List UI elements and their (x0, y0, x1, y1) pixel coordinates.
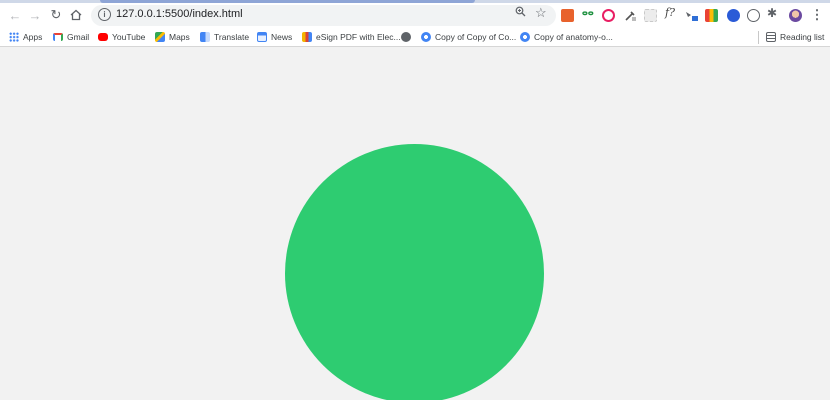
bookmark-copy-of-copy[interactable]: Copy of Copy of Co... (421, 30, 516, 44)
extensions-puzzle-icon[interactable]: ✱ (767, 6, 780, 20)
youtube-icon (98, 33, 108, 41)
extension-bookmark-icon[interactable]: ⴰⴰ (582, 7, 595, 20)
esign-icon (302, 32, 312, 42)
reading-list-button[interactable]: Reading list (766, 30, 824, 44)
extension-formula-icon[interactable]: f? (665, 6, 675, 19)
globe-icon (401, 32, 411, 42)
home-icon (70, 9, 82, 21)
green-circle (285, 144, 544, 400)
bookmark-maps[interactable]: Maps (155, 30, 190, 44)
bookmarks-separator (758, 31, 759, 44)
chrome-icon (421, 32, 431, 42)
arrow-right-icon: → (28, 7, 42, 23)
bookmark-esign[interactable]: eSign PDF with Elec... (302, 30, 401, 44)
maps-icon (155, 32, 165, 42)
extension-profile-sync-icon[interactable] (727, 9, 740, 22)
bookmark-copy-of-anatomy[interactable]: Copy of anatomy-o... (520, 30, 613, 44)
bookmark-youtube[interactable]: YouTube (98, 30, 145, 44)
bookmark-gmail[interactable]: Gmail (53, 30, 89, 44)
profile-avatar[interactable] (789, 9, 802, 22)
arrow-left-icon: ← (8, 7, 22, 23)
reading-list-icon (766, 32, 776, 42)
bookmark-globe[interactable] (401, 30, 415, 44)
gmail-icon (53, 33, 63, 41)
home-button[interactable] (67, 6, 85, 24)
reload-icon: ↻ (50, 7, 62, 22)
bookmark-apps[interactable]: Apps (9, 30, 42, 44)
zoom-icon[interactable] (515, 6, 526, 20)
reload-button[interactable]: ↻ (47, 6, 65, 24)
address-bar[interactable]: i 127.0.0.1:5500/index.html ☆ (91, 5, 556, 26)
browser-toolbar: ← → ↻ i 127.0.0.1:5500/index.html ☆ ⴰⴰ f… (0, 3, 830, 28)
apps-grid-icon (9, 32, 19, 42)
bookmark-star-icon[interactable]: ☆ (535, 5, 547, 21)
extension-screen-icon[interactable] (685, 9, 698, 22)
chrome-icon (520, 32, 530, 42)
back-button[interactable]: ← (6, 6, 24, 24)
extension-clock-icon[interactable] (747, 9, 760, 22)
news-icon (257, 32, 267, 42)
menu-kebab-icon[interactable]: ⋮ (808, 6, 826, 24)
bookmarks-bar: Apps Gmail YouTube Maps Translate News e… (0, 28, 830, 47)
browser-chrome: ← → ↻ i 127.0.0.1:5500/index.html ☆ ⴰⴰ f… (0, 0, 830, 47)
translate-icon (200, 32, 210, 42)
extension-colorful-icon[interactable] (705, 9, 718, 22)
url-text[interactable]: 127.0.0.1:5500/index.html (116, 8, 243, 20)
extension-percent-icon[interactable] (561, 9, 574, 22)
extension-capture-icon[interactable] (644, 9, 657, 22)
extension-record-icon[interactable] (602, 9, 615, 22)
forward-button[interactable]: → (26, 6, 44, 24)
bookmark-translate[interactable]: Translate (200, 30, 249, 44)
page-viewport (0, 48, 830, 400)
site-info-icon[interactable]: i (98, 8, 111, 21)
bookmark-news[interactable]: News (257, 30, 292, 44)
extension-eyedropper-icon[interactable] (624, 9, 637, 22)
